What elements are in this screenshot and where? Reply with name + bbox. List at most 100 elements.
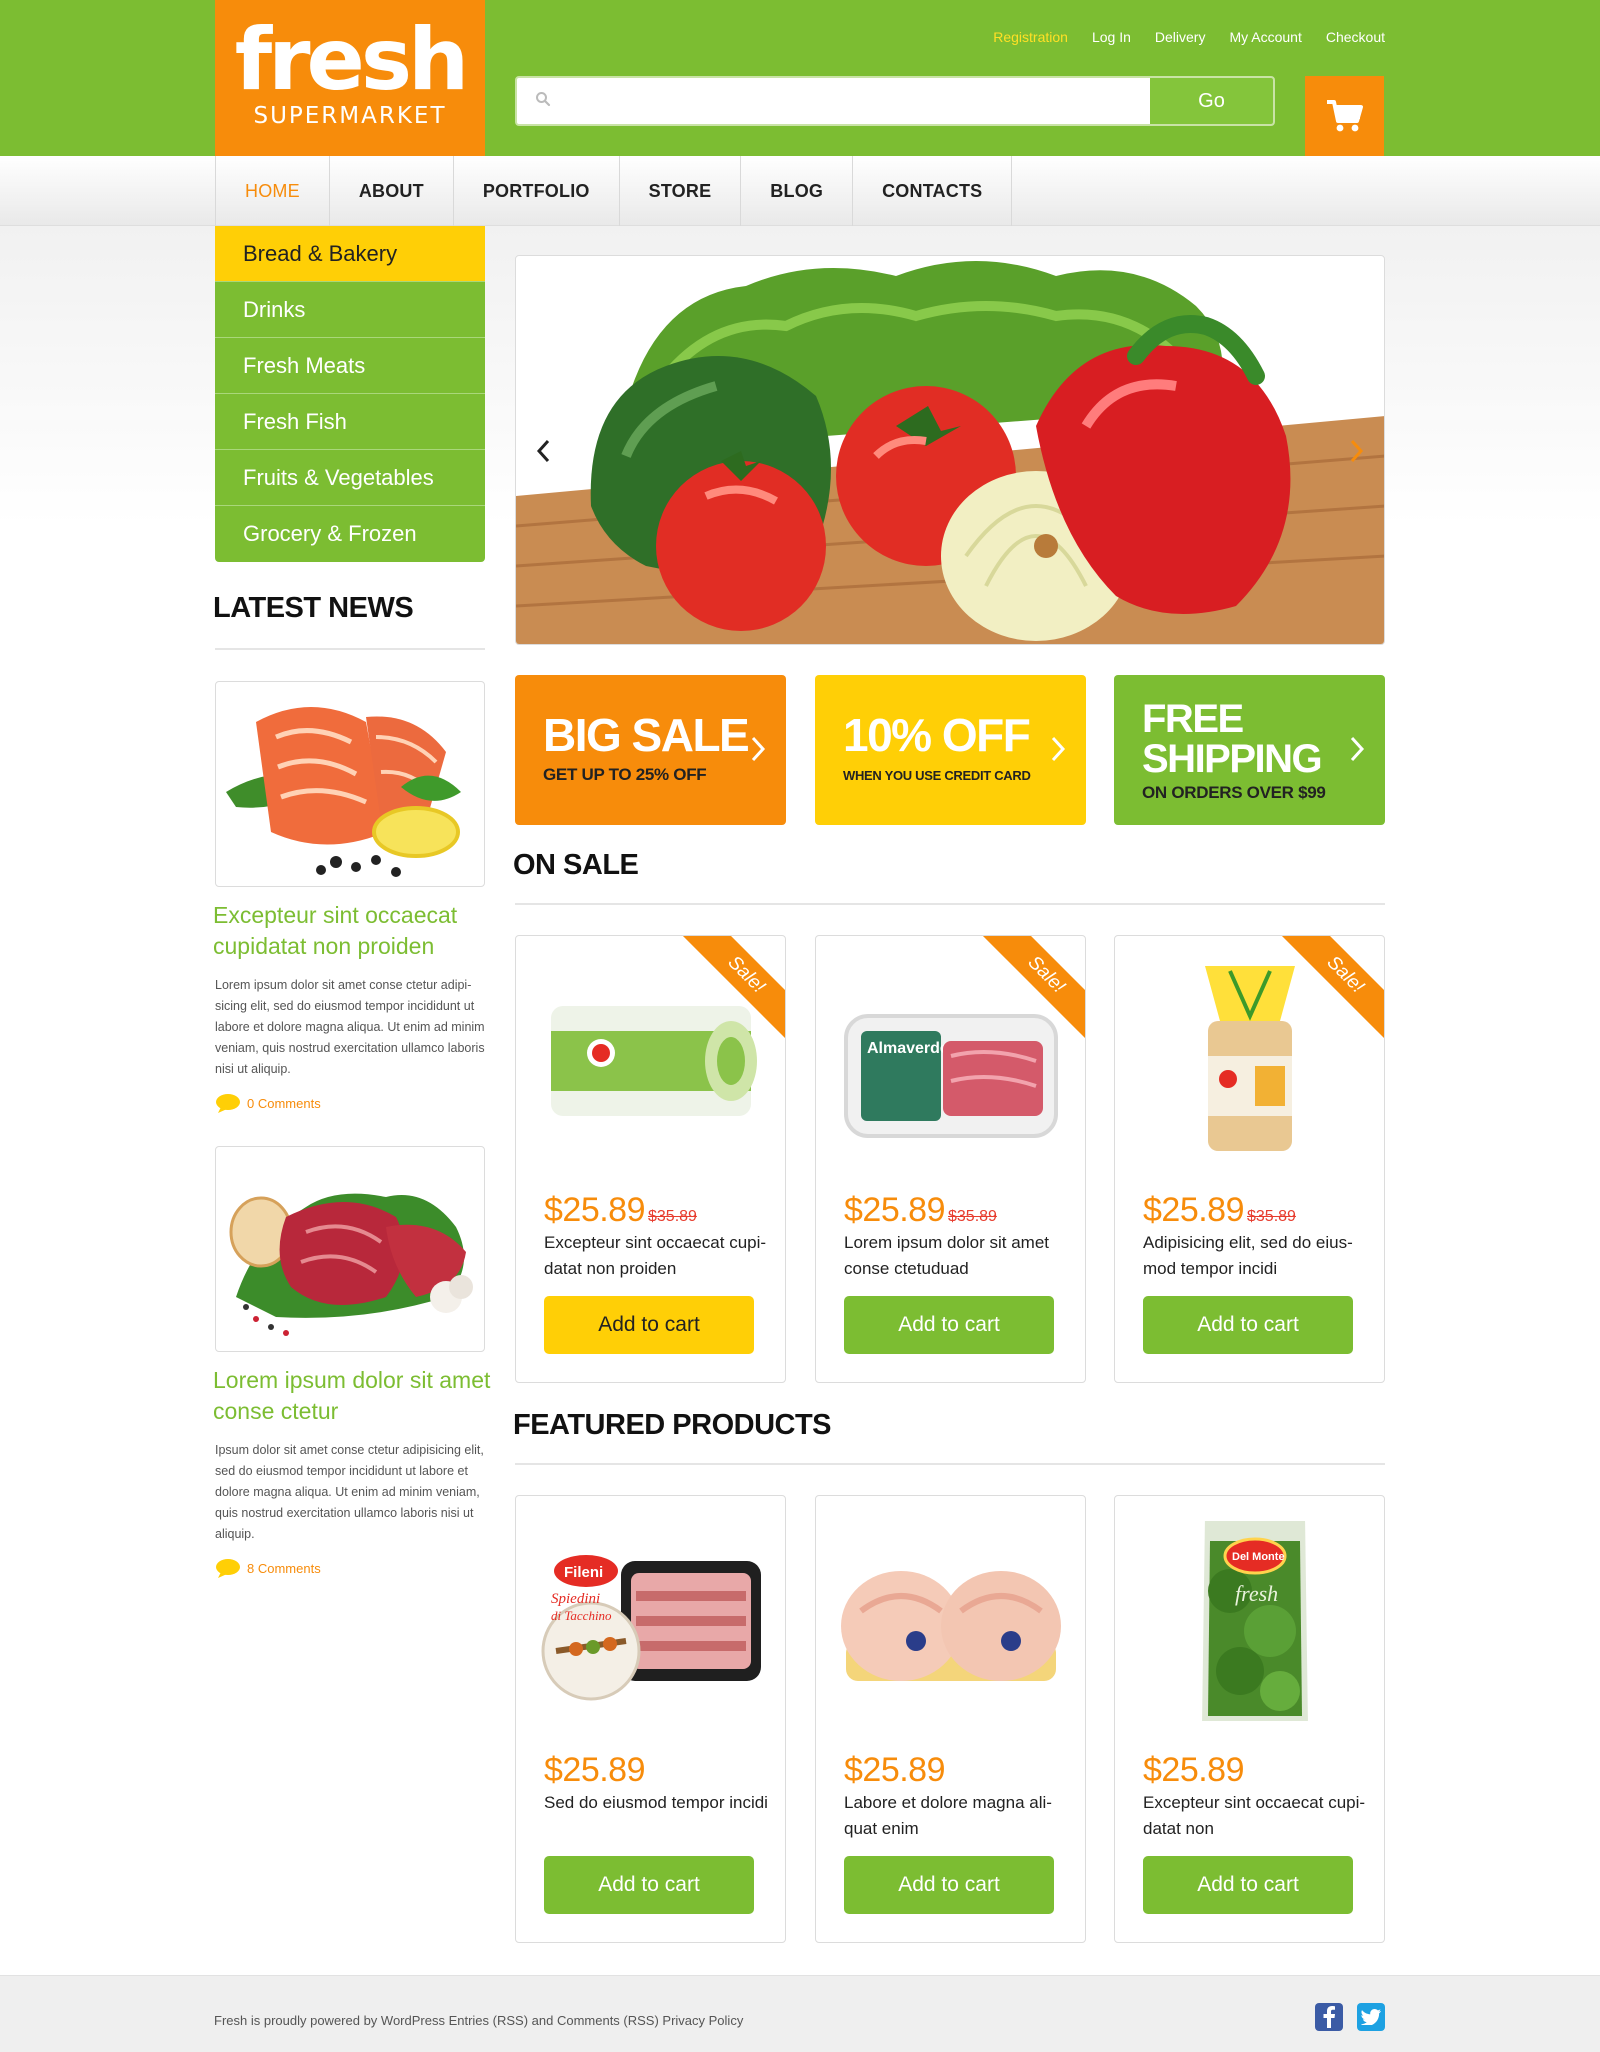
add-to-cart-button[interactable]: Add to cart [544, 1296, 754, 1354]
main-navbar: HOME ABOUT PORTFOLIO STORE BLOG CONTACTS [0, 156, 1600, 226]
news-headline[interactable]: Excepteur sint occaecat cupidatat non pr… [213, 900, 503, 962]
product-image-roll-cake[interactable] [531, 961, 771, 1161]
add-to-cart-button[interactable]: Add to cart [844, 1856, 1054, 1914]
nav-portfolio[interactable]: PORTFOLIO [454, 156, 620, 226]
facebook-icon [1323, 2006, 1335, 2028]
add-to-cart-button[interactable]: Add to cart [1143, 1296, 1353, 1354]
promo-10-off[interactable]: 10% OFF WHEN YOU USE CREDIT CARD [815, 675, 1086, 825]
checkout-link[interactable]: Checkout [1326, 29, 1385, 45]
search-bar: Go [515, 76, 1275, 126]
category-grocery-frozen[interactable]: Grocery & Frozen [215, 506, 485, 562]
di-tacchino-label: di Tacchino [551, 1608, 612, 1623]
category-menu: Bread & Bakery Drinks Fresh Meats Fresh … [215, 226, 485, 562]
nav-store[interactable]: STORE [620, 156, 742, 226]
featured-products-title: FEATURED PRODUCTS [513, 1409, 832, 1441]
old-price: $35.89 [1247, 1208, 1296, 1225]
promo-subline: WHEN YOU USE CREDIT CARD [843, 768, 1031, 783]
category-fresh-fish[interactable]: Fresh Fish [215, 394, 485, 450]
product-name[interactable]: Lorem ipsum dolor sit amet conse ctetudu… [844, 1230, 1074, 1282]
slider-prev-button[interactable] [528, 431, 558, 471]
registration-link[interactable]: Registration [993, 29, 1068, 45]
chevron-right-icon [1051, 736, 1066, 762]
product-name[interactable]: Excepteur sint occaecat cupi-datat non [1143, 1790, 1373, 1842]
product-image-skewers[interactable]: Fileni Spiedini di Tacchino [531, 1521, 771, 1721]
product-card: Sale! $25.89 $35.89 Excepteur sint occae… [515, 935, 786, 1383]
product-image-meat-tray[interactable]: Almaverde [831, 961, 1071, 1161]
logo-subtitle: SUPERMARKET [253, 103, 447, 129]
comment-icon [216, 1094, 240, 1113]
featured-divider [515, 1463, 1385, 1465]
nav-home[interactable]: HOME [216, 156, 330, 226]
product-image-bread[interactable] [1130, 961, 1370, 1161]
news-image-meat[interactable] [215, 1146, 485, 1352]
product-name[interactable]: Adipisicing elit, sed do eius-mod tempor… [1143, 1230, 1373, 1282]
search-go-button[interactable]: Go [1150, 78, 1273, 124]
price: $25.89 [544, 1751, 646, 1789]
nav-contacts[interactable]: CONTACTS [853, 156, 1013, 226]
delivery-link[interactable]: Delivery [1155, 29, 1206, 45]
chevron-right-icon [1350, 736, 1365, 762]
promo-big-sale[interactable]: BIG SALE GET UP TO 25% OFF [515, 675, 786, 825]
my-account-link[interactable]: My Account [1229, 29, 1301, 45]
site-logo[interactable]: fresh SUPERMARKET [215, 0, 485, 156]
nav-blog[interactable]: BLOG [741, 156, 854, 226]
news-headline[interactable]: Lorem ipsum dolor sit amet conse ctetur [213, 1365, 503, 1427]
nav-about[interactable]: ABOUT [330, 156, 454, 226]
facebook-link[interactable] [1315, 2003, 1343, 2031]
search-input[interactable] [563, 78, 1143, 124]
product-card: Almaverde Sale! $25.89 $35.89 Lorem ipsu… [815, 935, 1086, 1383]
comments-count: 8 Comments [247, 1560, 321, 1576]
meat-illustration [229, 1193, 473, 1336]
latest-news-title: LATEST NEWS [213, 592, 414, 624]
product-card: $25.89 Labore et dolore magna ali-quat e… [815, 1495, 1086, 1943]
price-row: $25.89 [544, 1751, 646, 1790]
login-link[interactable]: Log In [1092, 29, 1131, 45]
twitter-link[interactable] [1357, 2003, 1385, 2031]
footer-text: Fresh is proudly powered by WordPress En… [214, 2013, 744, 2028]
promo-free-shipping[interactable]: FREE SHIPPING ON ORDERS OVER $99 [1114, 675, 1385, 825]
news-excerpt: Lorem ipsum dolor sit amet conse ctetur … [215, 978, 485, 1076]
news-comments-link[interactable]: 0 Comments [215, 1093, 321, 1113]
category-fresh-meats[interactable]: Fresh Meats [215, 338, 485, 394]
add-to-cart-button[interactable]: Add to cart [544, 1856, 754, 1914]
add-to-cart-button[interactable]: Add to cart [1143, 1856, 1353, 1914]
cart-icon [1326, 100, 1363, 132]
price: $25.89 [1143, 1751, 1245, 1789]
chevron-left-icon [536, 439, 550, 463]
product-card: Sale! $25.89 $35.89 Adipisicing elit, se… [1114, 935, 1385, 1383]
chevron-right-icon [751, 736, 766, 762]
add-to-cart-button[interactable]: Add to cart [844, 1296, 1054, 1354]
spiedini-label: Spiedini [551, 1591, 600, 1607]
comment-icon [216, 1559, 240, 1578]
slider-next-button[interactable] [1342, 431, 1372, 471]
news-divider [215, 648, 485, 650]
price-row: $25.89 [844, 1751, 946, 1790]
old-price: $35.89 [648, 1208, 697, 1225]
cart-button[interactable] [1305, 76, 1384, 156]
product-image-salad-bag[interactable]: Del Monte fresh [1130, 1521, 1370, 1721]
promo-subline: GET UP TO 25% OFF [543, 765, 707, 784]
news-comments-link[interactable]: 8 Comments [215, 1558, 321, 1578]
promo-headline: SHIPPING [1142, 737, 1323, 781]
category-fruits-vegetables[interactable]: Fruits & Vegetables [215, 450, 485, 506]
product-name[interactable]: Sed do eiusmod tempor incidi [544, 1790, 774, 1816]
product-name[interactable]: Labore et dolore magna ali-quat enim [844, 1790, 1074, 1842]
del-monte-label: Del Monte [1232, 1551, 1285, 1563]
twitter-icon [1361, 2009, 1381, 2025]
price: $25.89 [844, 1191, 946, 1229]
promo-subline: ON ORDERS OVER $99 [1142, 783, 1326, 802]
price: $25.89 [544, 1191, 646, 1229]
news-image-salmon[interactable] [215, 681, 485, 887]
category-drinks[interactable]: Drinks [215, 282, 485, 338]
category-bread-bakery[interactable]: Bread & Bakery [215, 226, 485, 282]
price-row: $25.89 $35.89 [1143, 1191, 1296, 1230]
product-name[interactable]: Excepteur sint occaecat cupi-datat non p… [544, 1230, 774, 1282]
main-nav: HOME ABOUT PORTFOLIO STORE BLOG CONTACTS [215, 156, 1013, 226]
product-image-chicken[interactable] [831, 1521, 1071, 1721]
site-footer: Fresh is proudly powered by WordPress En… [0, 1975, 1600, 2052]
old-price: $35.89 [948, 1208, 997, 1225]
on-sale-divider [515, 903, 1385, 905]
salmon-illustration [226, 707, 461, 877]
site-header: fresh SUPERMARKET Registration Log In De… [0, 0, 1600, 156]
product-card: Fileni Spiedini di Tacchino $25.89 Sed d… [515, 1495, 786, 1943]
